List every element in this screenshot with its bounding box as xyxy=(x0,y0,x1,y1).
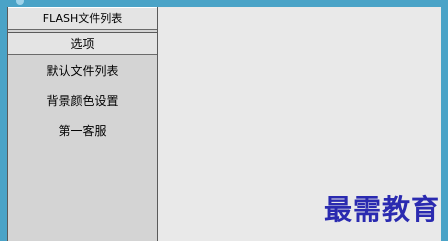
section-header-options[interactable]: 选项 xyxy=(8,32,157,55)
menu-item-customer-service[interactable]: 第一客服 xyxy=(8,119,157,149)
window-frame-right xyxy=(441,7,448,241)
options-menu: 默认文件列表 背景颜色设置 第一客服 xyxy=(8,55,157,149)
section-header-flash-list[interactable]: FLASH文件列表 xyxy=(8,7,157,30)
title-bar xyxy=(0,0,448,7)
menu-item-default-file-list[interactable]: 默认文件列表 xyxy=(8,59,157,89)
app-icon xyxy=(16,0,24,5)
watermark-logo: 最需教育 xyxy=(324,193,441,226)
menu-item-background-color[interactable]: 背景颜色设置 xyxy=(8,89,157,119)
sidebar: FLASH文件列表 选项 默认文件列表 背景颜色设置 第一客服 xyxy=(7,7,158,241)
window-frame-left xyxy=(0,7,7,241)
